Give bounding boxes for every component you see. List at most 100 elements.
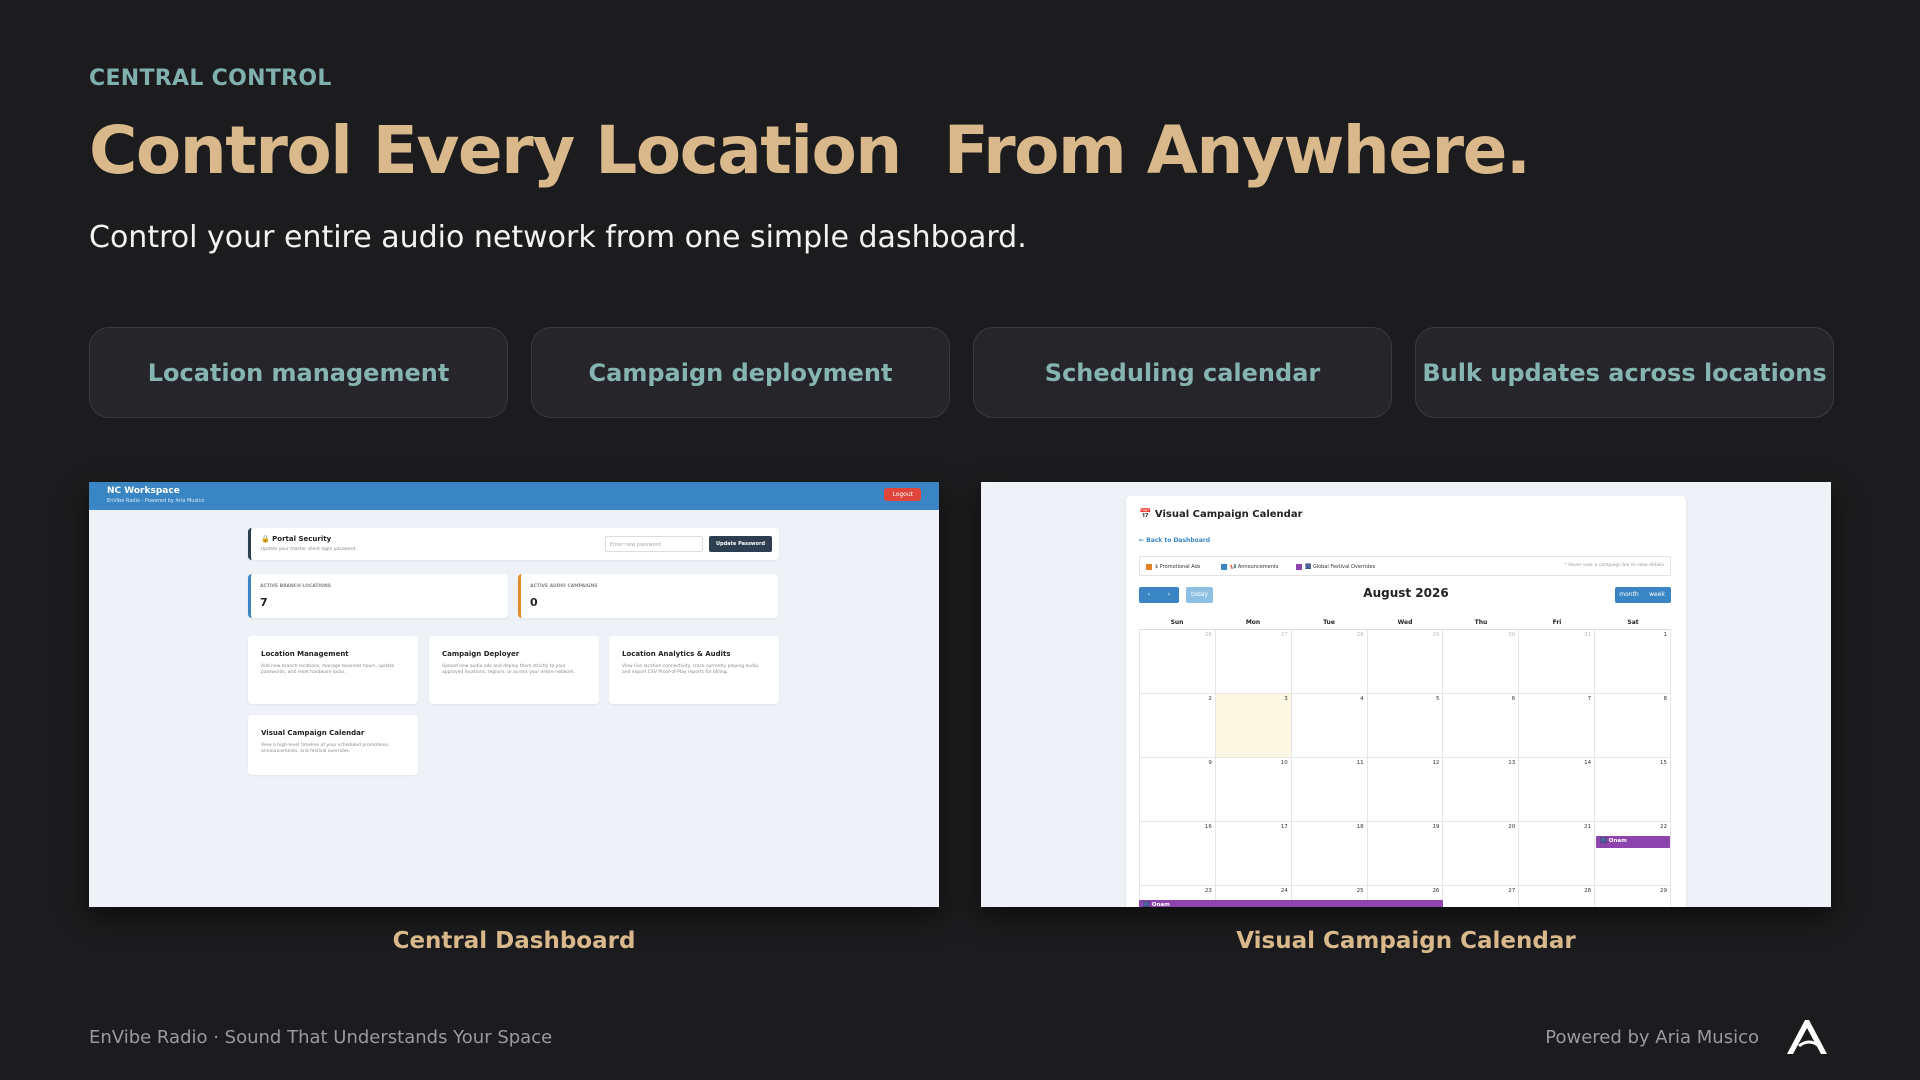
day-number: 30 [1508, 632, 1516, 638]
calendar-day[interactable]: 16 [1139, 822, 1216, 886]
feature-list: Location management Campaign deployment … [89, 327, 1834, 418]
calendar-day[interactable]: 22 [1595, 822, 1672, 886]
logout-button[interactable]: Logout [884, 488, 921, 501]
calendar-day[interactable]: 28 [1291, 630, 1368, 694]
calendar-day[interactable]: 29 [1595, 886, 1672, 907]
module-visual-calendar[interactable]: Visual Campaign Calendar View a high-lev… [248, 715, 418, 775]
legend-swatch [1146, 564, 1152, 570]
stat-active-locations: ACTIVE BRANCH LOCATIONS 7 [248, 574, 508, 618]
day-number: 27 [1508, 888, 1516, 894]
calendar-day[interactable]: 26 [1139, 630, 1216, 694]
day-number: 19 [1432, 824, 1440, 830]
back-to-dashboard-link[interactable]: ← Back to Dashboard [1139, 537, 1210, 544]
legend-label: 🎆 Global Festival Overrides [1305, 564, 1376, 570]
calendar-hint: * Hover over a campaign bar to view deta… [1564, 563, 1664, 568]
portal-security-title: 🔒 Portal Security [261, 535, 332, 543]
module-title: Location Management [261, 650, 349, 658]
day-number: 23 [1204, 888, 1212, 894]
calendar-day[interactable]: 19 [1367, 822, 1444, 886]
day-number: 14 [1584, 760, 1592, 766]
calendar-day[interactable]: 9 [1139, 758, 1216, 822]
calendar-day[interactable]: 14 [1519, 758, 1596, 822]
calendar-day[interactable]: 5 [1367, 694, 1444, 758]
weekday-label: Sun [1170, 619, 1184, 626]
footer-tagline: EnVibe Radio · Sound That Understands Yo… [89, 1027, 553, 1048]
module-description: Add new branch locations, manage busines… [261, 664, 395, 675]
module-campaign-deployer[interactable]: Campaign Deployer Upload new audio ads a… [429, 636, 599, 704]
calendar-day[interactable]: 27 [1215, 630, 1292, 694]
dashboard-brand: NC Workspace [107, 486, 180, 496]
legend-item: $ Promotional Ads [1146, 564, 1200, 570]
stat-active-campaigns: ACTIVE AUDIO CAMPAIGNS 0 [518, 574, 778, 618]
calendar-legend: $ Promotional Ads 📢 Announcements 🎆 Glob… [1139, 556, 1671, 576]
calendar-day[interactable]: 30 [1443, 630, 1520, 694]
day-number: 29 [1432, 632, 1440, 638]
calendar-day[interactable]: 28 [1519, 886, 1596, 907]
calendar-day[interactable]: 6 [1443, 694, 1520, 758]
day-number: 18 [1356, 824, 1364, 830]
calendar-day[interactable]: 4 [1291, 694, 1368, 758]
page-subtitle: Control your entire audio network from o… [89, 220, 1027, 255]
onam-event-bar[interactable]: 🎆 Onam [1139, 900, 1443, 907]
calendar-panel: 📅 Visual Campaign Calendar ← Back to Das… [1126, 496, 1686, 907]
calendar-day[interactable]: 20 [1443, 822, 1520, 886]
weekday-label: Tue [1323, 619, 1335, 626]
calendar-week: 2 3 4 5 6 7 8 [1139, 694, 1672, 758]
calendar-day[interactable]: 10 [1215, 758, 1292, 822]
day-number: 3 [1284, 696, 1288, 702]
day-number: 31 [1584, 632, 1592, 638]
day-number: 16 [1204, 824, 1212, 830]
calendar-day[interactable]: 18 [1291, 822, 1368, 886]
day-number: 15 [1660, 760, 1668, 766]
week-view-button[interactable]: week [1643, 587, 1671, 603]
calendar-day[interactable]: 21 [1519, 822, 1596, 886]
calendar-day[interactable]: 15 [1595, 758, 1672, 822]
day-number: 2 [1208, 696, 1212, 702]
legend-swatch [1296, 564, 1302, 570]
calendar-day[interactable]: 17 [1215, 822, 1292, 886]
day-number: 21 [1584, 824, 1592, 830]
dashboard-brand-sub: EnVibe Radio - Powered by Aria Musico [107, 498, 205, 504]
onam-event-bar[interactable]: 🎆 Onam [1596, 836, 1670, 848]
calendar-grid: Sun Mon Tue Wed Thu Fri Sat 26 27 28 29 … [1139, 619, 1672, 907]
weekday-label: Wed [1397, 619, 1413, 626]
dashboard-screenshot: NC Workspace EnVibe Radio - Powered by A… [89, 482, 939, 907]
module-location-analytics[interactable]: Location Analytics & Audits View live lo… [609, 636, 779, 704]
day-number: 27 [1280, 632, 1288, 638]
calendar-title: 📅 Visual Campaign Calendar [1139, 509, 1303, 520]
legend-swatch [1221, 564, 1227, 570]
feature-campaign-deployment: Campaign deployment [531, 327, 950, 418]
calendar-week: 23 24 25 26 27 28 29 🎆 Onam [1139, 886, 1672, 907]
day-number: 26 [1432, 888, 1440, 894]
calendar-day-today[interactable]: 3 [1215, 694, 1292, 758]
calendar-day[interactable]: 29 [1367, 630, 1444, 694]
stat-value: 0 [530, 596, 538, 609]
new-password-input[interactable]: Enter new password [605, 536, 703, 552]
calendar-day[interactable]: 31 [1519, 630, 1596, 694]
calendar-day[interactable]: 1 [1595, 630, 1672, 694]
stat-label: ACTIVE AUDIO CAMPAIGNS [530, 584, 598, 589]
module-location-management[interactable]: Location Management Add new branch locat… [248, 636, 418, 704]
calendar-day[interactable]: 7 [1519, 694, 1596, 758]
weekday-label: Mon [1245, 619, 1261, 626]
day-number: 11 [1356, 760, 1364, 766]
calendar-day[interactable]: 13 [1443, 758, 1520, 822]
day-number: 28 [1584, 888, 1592, 894]
weekday-label: Sat [1627, 619, 1639, 626]
calendar-day[interactable]: 8 [1595, 694, 1672, 758]
calendar-day[interactable]: 11 [1291, 758, 1368, 822]
calendar-day[interactable]: 27 [1443, 886, 1520, 907]
weekday-label: Thu [1474, 619, 1488, 626]
calendar-day[interactable]: 2 [1139, 694, 1216, 758]
day-number: 5 [1435, 696, 1440, 702]
calendar-day[interactable]: 12 [1367, 758, 1444, 822]
month-view-button[interactable]: month [1615, 587, 1643, 603]
update-password-button[interactable]: Update Password [709, 536, 772, 552]
calendar-week: 26 27 28 29 30 31 1 [1139, 630, 1672, 694]
legend-label: 📢 Announcements [1230, 564, 1279, 570]
day-number: 8 [1663, 696, 1668, 702]
day-number: 13 [1508, 760, 1516, 766]
dashboard-caption: Central Dashboard [392, 928, 636, 954]
feature-scheduling-calendar: Scheduling calendar [973, 327, 1392, 418]
day-number: 20 [1508, 824, 1516, 830]
